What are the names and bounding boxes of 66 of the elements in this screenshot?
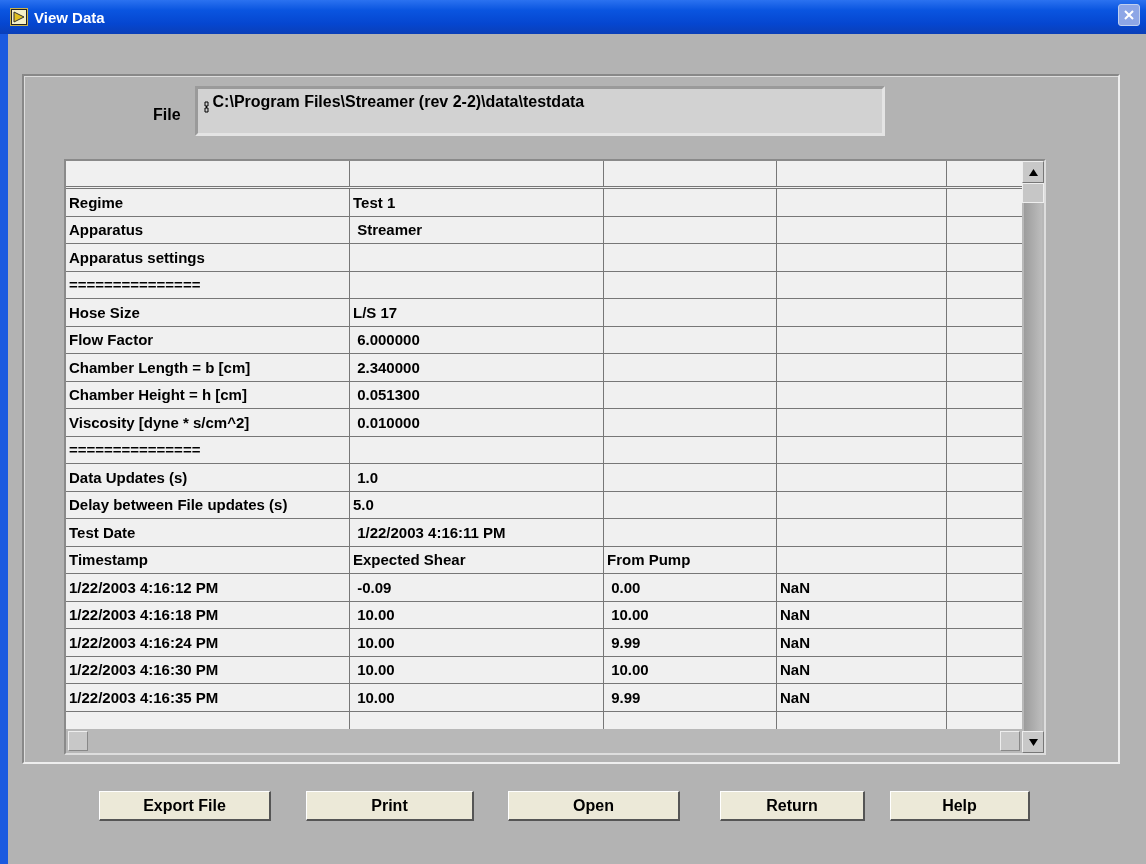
table-cell: 5.0 <box>353 496 374 514</box>
table-cell-text: 6.000000 <box>356 331 420 349</box>
down-arrow-icon <box>1028 738 1038 746</box>
table-cell: NaN <box>780 578 810 596</box>
horizontal-scrollbar[interactable] <box>66 729 1022 753</box>
table-cell: Regime <box>69 193 124 211</box>
path-field[interactable]: C:\Program Files\Streamer (rev 2-2)\data\testdata <box>194 86 885 136</box>
table-cell: Chamber Height = h [cm] <box>69 386 247 404</box>
table-cell-text: 10.00 <box>356 633 395 651</box>
table-cell-text: 9.99 <box>610 633 641 651</box>
table-cell: 1/22/2003 4:16:30 PM <box>69 661 219 679</box>
scroll-down-button[interactable] <box>1022 731 1044 753</box>
table-cell: 1/22/2003 4:16:12 PM <box>69 578 219 596</box>
table-cell-text: 0.051300 <box>356 386 420 404</box>
table-cell-text: 0.010000 <box>356 413 420 431</box>
table-cell: Test 1 <box>353 193 396 211</box>
table-cell: NaN <box>780 688 810 706</box>
scroll-left-button[interactable] <box>68 731 88 751</box>
table-cell-text: 10.00 <box>610 606 649 624</box>
vertical-scrollbar[interactable] <box>1022 161 1044 753</box>
close-icon <box>1123 9 1135 21</box>
table-cell-text: 10.00 <box>356 661 395 679</box>
table-cell-text: Streamer <box>356 221 423 239</box>
table-cell: L/S 17 <box>353 303 398 321</box>
dialog-button[interactable]: Export File <box>99 791 271 821</box>
table-cell: Test Date <box>69 523 136 541</box>
table-cell: Viscosity [dyne * s/cm^2] <box>69 413 250 431</box>
dialog-button[interactable]: Print <box>306 791 474 821</box>
table-cell-text: 1/22/2003 4:16:11 PM <box>356 523 506 541</box>
table-cell: NaN <box>780 661 810 679</box>
table-cell: 1/22/2003 4:16:18 PM <box>69 606 219 624</box>
table-cell-text: 0.00 <box>610 578 641 596</box>
dialog-button[interactable]: Return <box>720 791 865 821</box>
close-button[interactable] <box>1118 4 1140 26</box>
dialog-button[interactable]: Open <box>508 791 680 821</box>
table-cell: NaN <box>780 633 810 651</box>
table-cell-text: 2.340000 <box>356 358 420 376</box>
table-cell: NaN <box>780 606 810 624</box>
dialog-button[interactable]: Help <box>890 791 1030 821</box>
up-arrow-icon <box>1028 168 1038 176</box>
table-cell-text: 9.99 <box>610 688 641 706</box>
table-cell: Apparatus <box>69 221 144 239</box>
scroll-up-button[interactable] <box>1022 161 1044 183</box>
table-cell: Chamber Length = b [cm] <box>69 358 251 376</box>
scroll-thumb[interactable] <box>1022 183 1044 203</box>
table-cell: Data Updates (s) <box>69 468 188 486</box>
table-cell: Apparatus settings <box>69 248 205 266</box>
window-title: View Data <box>34 8 105 26</box>
table-cell: 1/22/2003 4:16:35 PM <box>69 688 219 706</box>
table-cell: =============== <box>69 276 201 294</box>
table-cell: Timestamp <box>69 551 148 569</box>
table-cell-text: 10.00 <box>356 688 395 706</box>
table-cell: From Pump <box>607 551 691 569</box>
table-cell-text: 10.00 <box>356 606 395 624</box>
table-cell: Hose Size <box>69 303 140 321</box>
table-cell: Flow Factor <box>69 331 154 349</box>
run-arrow-icon <box>10 8 28 26</box>
table-cell: Expected Shear <box>353 551 466 569</box>
path-icon <box>203 101 210 113</box>
table-cell-text: -0.09 <box>356 578 392 596</box>
table-cell: Delay between File updates (s) <box>69 496 288 514</box>
table-cell: 1/22/2003 4:16:24 PM <box>69 633 219 651</box>
file-label: File <box>153 106 181 124</box>
table-cell-text: 1.0 <box>356 468 379 486</box>
table-cell-text: 10.00 <box>610 661 649 679</box>
table-cell: =============== <box>69 441 201 459</box>
